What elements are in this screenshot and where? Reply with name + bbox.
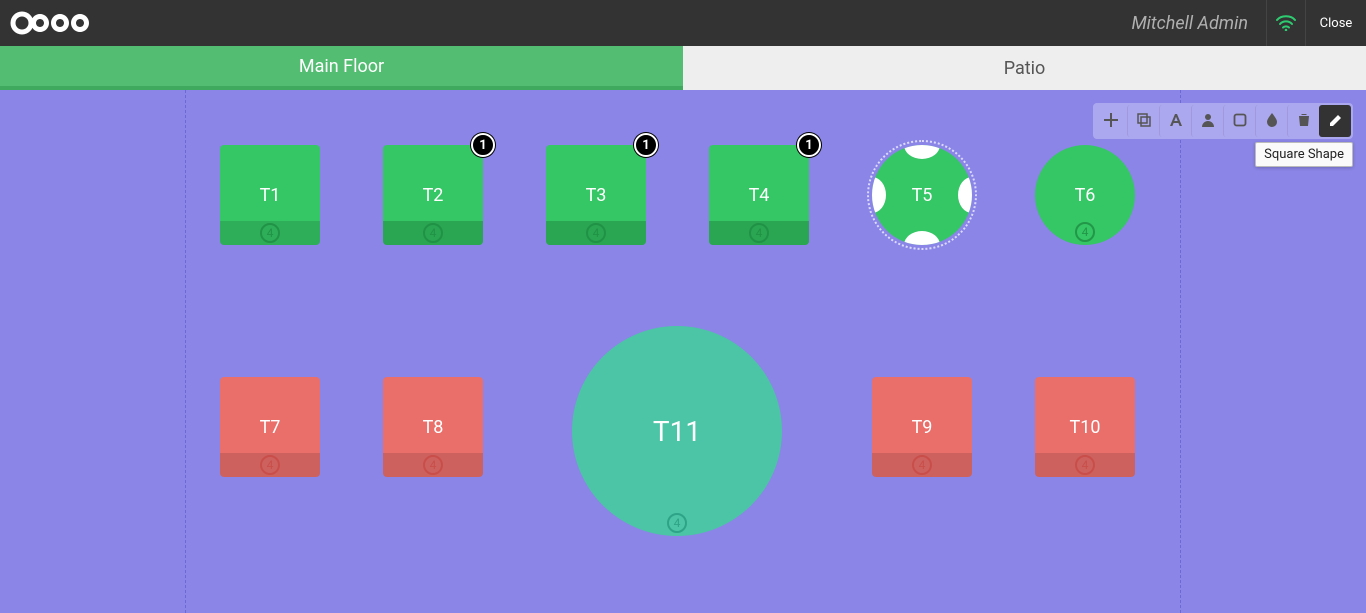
table-t1[interactable]: T1 4 [220, 145, 320, 245]
table-label: T7 [260, 417, 281, 438]
table-label: T6 [1075, 185, 1096, 206]
seat-count: 4 [572, 513, 782, 533]
top-bar: Mitchell Admin Close [0, 0, 1366, 46]
seat-count: 4 [709, 221, 809, 245]
tab-patio[interactable]: Patio [683, 46, 1366, 90]
table-label: T8 [423, 417, 444, 438]
brand-logo [10, 9, 102, 37]
table-label: T10 [1070, 417, 1101, 438]
tab-main-floor[interactable]: Main Floor [0, 46, 683, 90]
seat-count: 4 [872, 453, 972, 477]
table-label: T11 [653, 415, 701, 448]
floor-canvas[interactable]: Square Shape T14T214T314T414T5T64T74T84T… [0, 90, 1366, 613]
order-count-badge: 1 [471, 133, 495, 157]
table-label: T2 [423, 185, 444, 206]
table-t10[interactable]: T10 4 [1035, 377, 1135, 477]
table-label: T9 [912, 417, 933, 438]
seat-cutout [904, 145, 940, 159]
wifi-icon[interactable] [1266, 0, 1306, 46]
table-t6[interactable]: T6 4 [1035, 145, 1135, 245]
table-t9[interactable]: T9 4 [872, 377, 972, 477]
table-label: T4 [749, 185, 770, 206]
table-label: T5 [912, 185, 933, 206]
tables-layer: T14T214T314T414T5T64T74T84T114T94T104 [0, 90, 1366, 613]
table-t3[interactable]: T314 [546, 145, 646, 245]
seat-cutout [872, 177, 886, 213]
table-t2[interactable]: T214 [383, 145, 483, 245]
table-t7[interactable]: T7 4 [220, 377, 320, 477]
order-count-badge: 1 [797, 133, 821, 157]
floor-tabs: Main Floor Patio [0, 46, 1366, 90]
username-label[interactable]: Mitchell Admin [1131, 13, 1248, 34]
seat-count: 4 [383, 453, 483, 477]
close-button[interactable]: Close [1306, 0, 1366, 46]
table-t4[interactable]: T414 [709, 145, 809, 245]
order-count-badge: 1 [634, 133, 658, 157]
table-t8[interactable]: T8 4 [383, 377, 483, 477]
table-label: T3 [586, 185, 607, 206]
table-label: T1 [260, 185, 281, 206]
seat-count: 4 [1035, 222, 1135, 242]
seat-count: 4 [220, 453, 320, 477]
seat-count: 4 [220, 221, 320, 245]
seat-count: 4 [546, 221, 646, 245]
seat-cutout [904, 231, 940, 245]
table-t11[interactable]: T11 4 [572, 326, 782, 536]
seat-count: 4 [1035, 453, 1135, 477]
seat-count: 4 [383, 221, 483, 245]
seat-cutout [958, 177, 972, 213]
table-t5[interactable]: T5 [872, 145, 972, 245]
